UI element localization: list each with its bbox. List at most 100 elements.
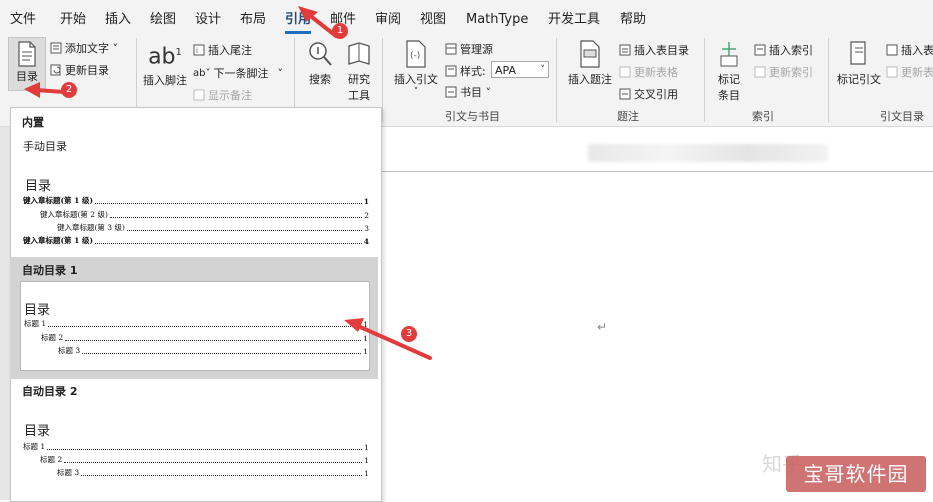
chevron-down-icon: ˅ xyxy=(277,66,283,80)
auto-toc-1-label: 自动目录 1 xyxy=(22,264,78,277)
insert-toa-label: 插入表 xyxy=(901,44,933,57)
insert-toa-button[interactable]: 插入表 xyxy=(886,42,933,58)
blurred-header xyxy=(588,144,828,162)
update-index-button[interactable]: 更新索引 xyxy=(754,64,813,80)
ribbon-separator xyxy=(382,38,383,122)
search-label: 搜索 xyxy=(309,73,331,86)
style-select[interactable]: APA ˅ xyxy=(491,61,549,78)
show-notes-label: 显示备注 xyxy=(208,89,252,102)
manual-toc-label: 手动目录 xyxy=(23,140,67,153)
auto-toc-1-title: 目录 xyxy=(24,303,51,318)
manual-toc-line-3: 键入章标题(第 3 级) 3 xyxy=(57,223,369,233)
search-button[interactable]: 搜索 xyxy=(304,40,336,87)
update-table-label: 更新表格 xyxy=(634,66,678,79)
bibliography-icon xyxy=(445,86,457,98)
toc-button[interactable]: 目录 xyxy=(8,37,46,91)
mark-entry-button[interactable]: 标记 条目 xyxy=(712,40,746,103)
style-label: 样式: xyxy=(460,65,486,78)
style-icon xyxy=(445,65,457,77)
caption-icon xyxy=(580,40,600,68)
mark-entry-icon xyxy=(720,42,738,67)
menu-developer[interactable]: 开发工具 xyxy=(548,0,600,34)
mark-entry-label-1: 标记 xyxy=(718,73,740,86)
site-watermark-logo: 宝哥软件园 xyxy=(786,456,926,492)
auto-toc-1-line-2: 标题 21 xyxy=(41,333,368,343)
insert-footnote-button[interactable]: ab1 插入脚注 xyxy=(140,40,190,88)
menu-help[interactable]: 帮助 xyxy=(620,0,646,34)
update-index-icon xyxy=(754,66,766,78)
annotation-badge-1: 1 xyxy=(332,23,348,39)
search-icon xyxy=(309,42,332,66)
mark-citation-button[interactable]: 标记引文 xyxy=(834,40,884,87)
update-toc-button[interactable]: 更新目录 xyxy=(50,62,109,78)
insert-table-of-figures-button[interactable]: 插入表目录 xyxy=(619,42,689,58)
update-icon xyxy=(50,64,61,76)
toa-group-label: 引文目录 xyxy=(880,110,924,123)
update-toa-label: 更新表 xyxy=(901,66,933,79)
next-footnote-button[interactable]: ab˅ 下一条脚注 ˅ xyxy=(193,65,283,81)
manual-toc-line-4: 键入章标题(第 1 级) 4 xyxy=(23,236,369,246)
insert-index-button[interactable]: 插入索引 xyxy=(754,42,813,58)
update-toa-button[interactable]: 更新表 xyxy=(886,64,933,80)
annotation-badge-2: 2 xyxy=(61,82,77,98)
cross-reference-button[interactable]: 交叉引用 xyxy=(619,86,678,102)
menu-design[interactable]: 设计 xyxy=(195,0,221,34)
research-tools-label-2: 工具 xyxy=(348,89,370,102)
menu-draw[interactable]: 绘图 xyxy=(150,0,176,34)
manage-sources-icon xyxy=(445,43,457,55)
endnote-icon: i xyxy=(193,44,205,56)
cross-reference-label: 交叉引用 xyxy=(634,88,678,101)
menu-layout[interactable]: 布局 xyxy=(240,0,266,34)
show-notes-icon xyxy=(193,89,205,101)
update-index-label: 更新索引 xyxy=(769,66,813,79)
document-page[interactable] xyxy=(380,172,933,500)
auto-toc-2-line-3: 标题 31 xyxy=(57,468,369,478)
menu-review[interactable]: 审阅 xyxy=(375,0,401,34)
update-table-button[interactable]: 更新表格 xyxy=(619,64,678,80)
style-value: APA xyxy=(495,64,516,77)
insert-index-label: 插入索引 xyxy=(769,44,813,57)
cross-reference-icon xyxy=(619,88,631,100)
svg-text:i: i xyxy=(196,47,198,55)
menu-references[interactable]: 引用 xyxy=(285,0,311,34)
citations-group-label: 引文与书目 xyxy=(445,110,500,123)
auto-toc-1-line-3: 标题 31 xyxy=(58,346,368,356)
style-label-group: 样式: xyxy=(445,63,486,79)
toc-label: 目录 xyxy=(16,70,38,83)
auto-toc-1-line-1: 标题 11 xyxy=(24,319,368,329)
menu-insert[interactable]: 插入 xyxy=(105,0,131,34)
menu-mathtype[interactable]: MathType xyxy=(466,0,528,34)
menu-file[interactable]: 文件 xyxy=(10,0,36,34)
ribbon-separator xyxy=(828,38,829,122)
insert-index-icon xyxy=(754,44,766,56)
update-toa-icon xyxy=(886,66,898,78)
ribbon-separator xyxy=(704,38,705,122)
insert-citation-button[interactable]: (-) 插入引文 ˅ xyxy=(392,40,440,97)
mark-entry-label-2: 条目 xyxy=(718,89,740,102)
show-notes-button[interactable]: 显示备注 xyxy=(193,87,252,103)
auto-toc-2-label: 自动目录 2 xyxy=(22,385,78,398)
research-tools-label-1: 研究 xyxy=(348,73,370,86)
index-group-label: 索引 xyxy=(752,110,774,123)
menu-home[interactable]: 开始 xyxy=(60,0,86,34)
manage-sources-label: 管理源 xyxy=(460,43,493,56)
auto-toc-2-line-1: 标题 11 xyxy=(23,442,369,452)
auto-toc-2-option[interactable]: 自动目录 2 目录 xyxy=(11,380,379,499)
insert-footnote-label: 插入脚注 xyxy=(143,74,187,87)
add-text-button[interactable]: 添加文字 ˅ xyxy=(50,40,118,56)
bibliography-button[interactable]: 书目 ˅ xyxy=(445,84,491,100)
bibliography-label: 书目 ˅ xyxy=(460,86,491,99)
insert-endnote-label: 插入尾注 xyxy=(208,44,252,57)
manage-sources-button[interactable]: 管理源 xyxy=(445,41,493,57)
insert-endnote-button[interactable]: i 插入尾注 xyxy=(193,42,252,58)
manual-toc-title: 目录 xyxy=(25,179,52,194)
table-of-figures-icon xyxy=(619,44,631,56)
insert-caption-button[interactable]: 插入题注 xyxy=(566,40,614,87)
update-toc-label: 更新目录 xyxy=(65,64,109,77)
captions-group-label: 题注 xyxy=(617,110,639,123)
menu-view[interactable]: 视图 xyxy=(420,0,446,34)
auto-toc-2-line-2: 标题 21 xyxy=(40,455,369,465)
paragraph-mark: ↵ xyxy=(597,320,608,334)
research-tools-button[interactable]: 研究 工具 xyxy=(342,40,376,103)
next-footnote-icon: ab˅ xyxy=(193,67,211,79)
